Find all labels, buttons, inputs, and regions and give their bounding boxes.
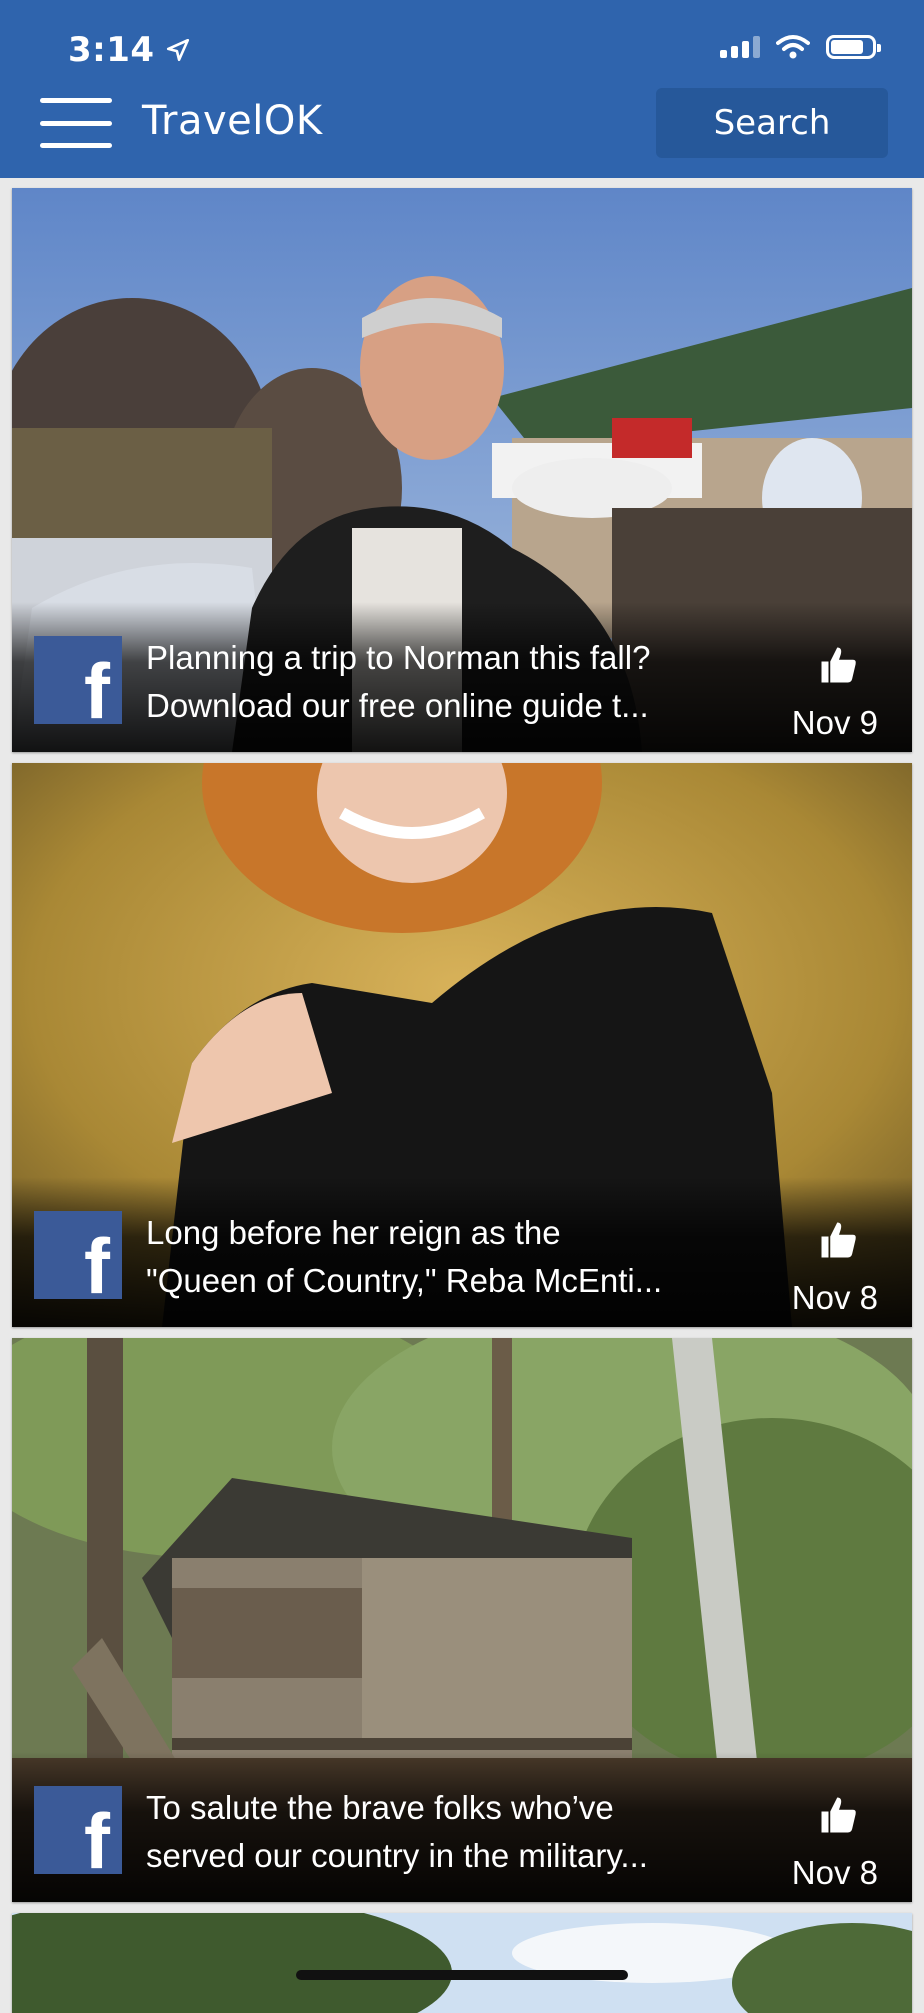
feed-post[interactable]: f To salute the brave folks who’ve serve…: [12, 1338, 912, 1902]
post-caption-line: Download our free online guide t...: [146, 687, 649, 724]
post-date: Nov 8: [791, 1854, 878, 1891]
location-arrow-icon: [166, 38, 189, 62]
facebook-icon: f: [34, 1786, 122, 1880]
post-photo: [12, 1913, 912, 2013]
home-indicator[interactable]: [296, 1970, 628, 1980]
post-caption: Long before her reign as the "Queen of C…: [146, 1209, 738, 1305]
feed-post[interactable]: f Planning a trip to Norman this fall? D…: [12, 188, 912, 752]
app-header: 3:14 TravelOK Search: [0, 0, 924, 178]
hamburger-menu-icon[interactable]: [40, 98, 112, 148]
thumbs-up-icon[interactable]: [818, 1794, 860, 1836]
facebook-icon: f: [34, 636, 122, 730]
post-date: Nov 8: [791, 1279, 878, 1316]
wifi-icon: [776, 35, 810, 59]
post-date: Nov 9: [791, 704, 878, 741]
cellular-signal-icon: [720, 36, 760, 58]
post-caption: Planning a trip to Norman this fall? Dow…: [146, 634, 738, 730]
post-caption-line: "Queen of Country," Reba McEnti...: [146, 1262, 663, 1299]
status-time: 3:14: [68, 30, 191, 70]
thumbs-up-icon[interactable]: [818, 1219, 860, 1261]
search-button[interactable]: Search: [656, 88, 888, 158]
post-caption-line: Long before her reign as the: [146, 1214, 561, 1251]
app-title: TravelOK: [142, 98, 323, 144]
post-caption: To salute the brave folks who’ve served …: [146, 1784, 738, 1880]
status-indicators: [720, 34, 881, 60]
thumbs-up-icon[interactable]: [818, 644, 860, 686]
facebook-icon: f: [34, 1211, 122, 1305]
battery-icon: [826, 35, 881, 59]
status-time-label: 3:14: [68, 30, 155, 70]
post-caption-line: served our country in the military...: [146, 1837, 648, 1874]
feed-post[interactable]: f Long before her reign as the "Queen of…: [12, 763, 912, 1327]
post-caption-line: Planning a trip to Norman this fall?: [146, 639, 651, 676]
post-caption-line: To salute the brave folks who’ve: [146, 1789, 614, 1826]
feed-post[interactable]: [12, 1913, 912, 2013]
